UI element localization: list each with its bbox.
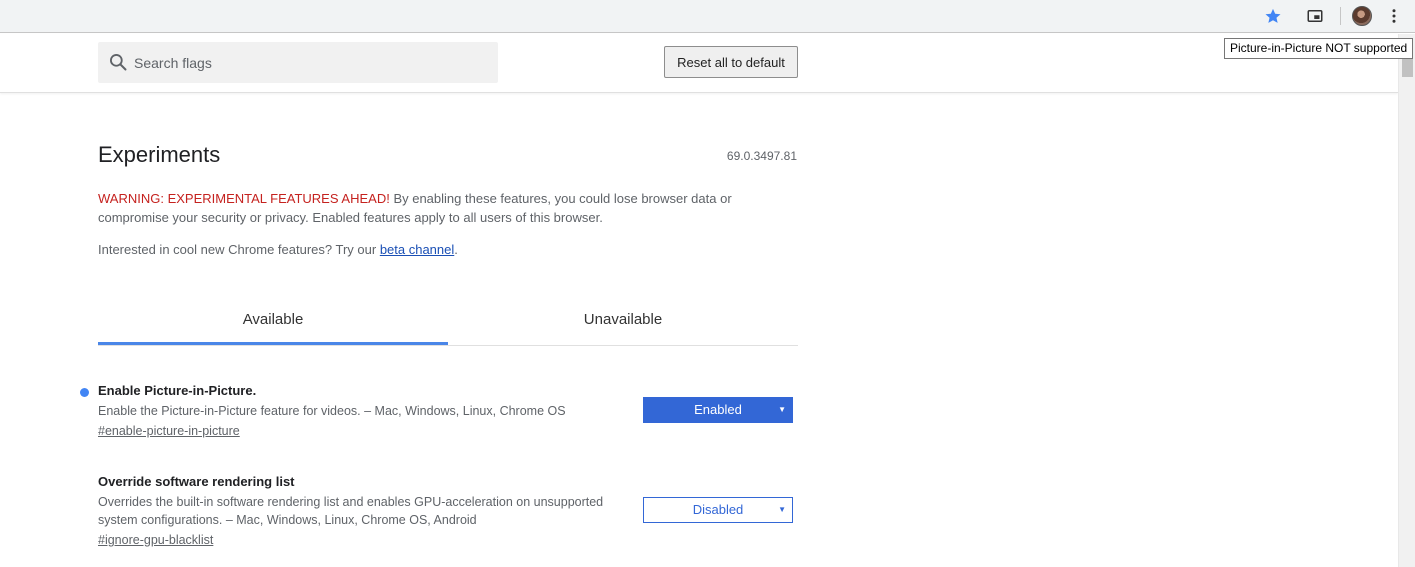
beta-note-text: Interested in cool new Chrome features? … [98,242,380,257]
toolbar-separator [1340,7,1341,25]
warning-text: WARNING: EXPERIMENTAL FEATURES AHEAD! By… [98,189,788,227]
warning-heading: WARNING: EXPERIMENTAL FEATURES AHEAD! [98,191,390,206]
beta-channel-link[interactable]: beta channel [380,242,454,257]
chevron-down-icon: ▼ [778,505,786,514]
avatar[interactable] [1350,4,1374,28]
experiment-description: Enable the Picture-in-Picture feature fo… [98,404,566,418]
experiment-permalink[interactable]: #ignore-gpu-blacklist [98,531,213,549]
tab-unavailable[interactable]: Unavailable [448,297,798,345]
chevron-down-icon: ▼ [778,405,786,414]
select-value: Enabled [694,402,742,417]
experiment-item: Override software rendering list Overrid… [98,473,798,549]
browser-toolbar [0,0,1415,33]
tab-available[interactable]: Available [98,297,448,345]
star-icon[interactable] [1261,4,1285,28]
modified-indicator-dot [80,388,89,397]
tooltip: Picture-in-Picture NOT supported [1224,38,1414,59]
search-box[interactable] [98,42,498,83]
flags-header: Reset all to default [0,34,1398,93]
beta-channel-note: Interested in cool new Chrome features? … [98,240,458,259]
avatar-image [1352,6,1372,26]
scrollbar-thumb[interactable] [1402,59,1413,77]
search-input[interactable] [134,42,484,83]
reset-all-button[interactable]: Reset all to default [664,46,798,78]
search-icon [110,54,127,71]
tab-active-indicator [98,342,448,345]
picture-in-picture-icon[interactable] [1303,4,1327,28]
experiment-title: Override software rendering list [98,474,295,489]
experiment-description: Overrides the built-in software renderin… [98,495,604,527]
beta-note-suffix: . [454,242,458,257]
experiment-item: Enable Picture-in-Picture. Enable the Pi… [80,382,798,440]
scrollbar[interactable] [1398,34,1415,567]
tab-bar: Available Unavailable [98,297,798,346]
experiment-state-select[interactable]: Enabled ▼ [643,397,793,423]
experiment-state-select[interactable]: Disabled ▼ [643,497,793,523]
more-vert-icon[interactable] [1382,4,1406,28]
version-label: 69.0.3497.81 [726,149,797,163]
experiment-permalink[interactable]: #enable-picture-in-picture [98,422,240,440]
page-title: Experiments [98,142,221,167]
select-value: Disabled [692,502,744,517]
